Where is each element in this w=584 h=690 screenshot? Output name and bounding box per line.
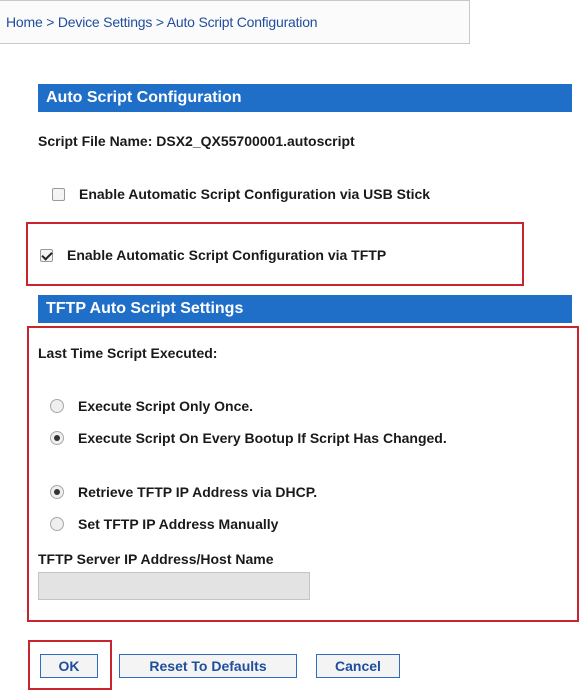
execute-once-option[interactable]: Execute Script Only Once. [50, 398, 253, 414]
breadcrumb[interactable]: Home > Device Settings > Auto Script Con… [0, 0, 470, 44]
tftp-label: Enable Automatic Script Configuration vi… [67, 247, 387, 263]
execute-once-radio[interactable] [50, 399, 64, 413]
execute-every-boot-option[interactable]: Execute Script On Every Bootup If Script… [50, 430, 447, 446]
auto-script-header: Auto Script Configuration [38, 84, 572, 112]
cancel-button[interactable]: Cancel [316, 654, 400, 678]
tftp-checkbox[interactable] [40, 248, 53, 262]
execute-every-boot-label: Execute Script On Every Bootup If Script… [78, 430, 447, 446]
dhcp-option[interactable]: Retrieve TFTP IP Address via DHCP. [50, 484, 317, 500]
manual-ip-radio[interactable] [50, 517, 64, 531]
tftp-option[interactable]: Enable Automatic Script Configuration vi… [40, 247, 386, 263]
usb-label: Enable Automatic Script Configuration vi… [79, 186, 431, 202]
reset-defaults-button[interactable]: Reset To Defaults [119, 654, 297, 678]
tftp-settings-header: TFTP Auto Script Settings [38, 295, 572, 323]
manual-ip-option[interactable]: Set TFTP IP Address Manually [50, 516, 278, 532]
server-address-label: TFTP Server IP Address/Host Name [38, 551, 274, 567]
dhcp-label: Retrieve TFTP IP Address via DHCP. [78, 484, 318, 500]
script-file-name: Script File Name: DSX2_QX55700001.autosc… [38, 133, 355, 149]
manual-ip-label: Set TFTP IP Address Manually [78, 516, 279, 532]
server-address-input[interactable] [38, 572, 310, 600]
execute-once-label: Execute Script Only Once. [78, 398, 254, 414]
ok-button[interactable]: OK [40, 654, 98, 678]
execute-every-boot-radio[interactable] [50, 431, 64, 445]
usb-option[interactable]: Enable Automatic Script Configuration vi… [52, 186, 430, 202]
usb-checkbox[interactable] [52, 187, 65, 201]
dhcp-radio[interactable] [50, 485, 64, 499]
last-time-label: Last Time Script Executed: [38, 345, 218, 361]
